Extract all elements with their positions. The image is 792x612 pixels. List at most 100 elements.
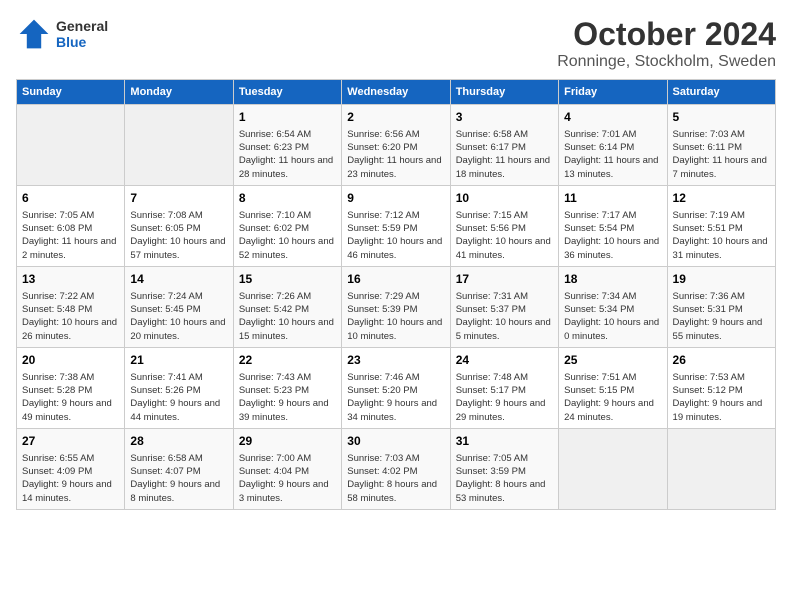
day-cell: [17, 105, 125, 186]
day-number: 8: [239, 190, 336, 207]
logo-icon: [16, 16, 52, 52]
day-number: 18: [564, 271, 661, 288]
day-cell: 18 Sunrise: 7:34 AMSunset: 5:34 PMDayligh…: [559, 266, 667, 347]
day-cell: 2Sunrise: 6:56 AMSunset: 6:20 PMDaylight…: [342, 105, 450, 186]
day-info: Sunrise: 6:55 AMSunset: 4:09 PMDaylight:…: [22, 452, 119, 505]
day-cell: [559, 428, 667, 509]
day-number: 25: [564, 352, 661, 369]
day-number: 10: [456, 190, 553, 207]
day-cell: 7 Sunrise: 7:08 AMSunset: 6:05 PMDaylight…: [125, 185, 233, 266]
calendar-title: October 2024: [557, 16, 776, 53]
week-row-1: 1 Sunrise: 6:54 AMSunset: 6:23 PMDaylight…: [17, 105, 776, 186]
day-number: 24: [456, 352, 553, 369]
day-cell: 10 Sunrise: 7:15 AMSunset: 5:56 PMDayligh…: [450, 185, 558, 266]
day-cell: 16 Sunrise: 7:29 AMSunset: 5:39 PMDayligh…: [342, 266, 450, 347]
weekday-header-saturday: Saturday: [667, 80, 775, 105]
day-info: Sunrise: 7:43 AMSunset: 5:23 PMDaylight:…: [239, 371, 336, 424]
day-number: 15: [239, 271, 336, 288]
day-info: Sunrise: 7:36 AMSunset: 5:31 PMDaylight:…: [673, 290, 770, 343]
day-number: 17: [456, 271, 553, 288]
day-cell: 31 Sunrise: 7:05 AMSunset: 3:59 PMDayligh…: [450, 428, 558, 509]
day-number: 4: [564, 109, 661, 126]
day-cell: 4 Sunrise: 7:01 AMSunset: 6:14 PMDaylight…: [559, 105, 667, 186]
day-cell: 17 Sunrise: 7:31 AMSunset: 5:37 PMDayligh…: [450, 266, 558, 347]
day-number: 22: [239, 352, 336, 369]
day-number: 11: [564, 190, 661, 207]
day-info: Sunrise: 7:03 AMSunset: 4:02 PMDaylight:…: [347, 452, 444, 505]
day-info: Sunrise: 7:08 AMSunset: 6:05 PMDaylight:…: [130, 209, 227, 262]
day-cell: 8 Sunrise: 7:10 AMSunset: 6:02 PMDaylight…: [233, 185, 341, 266]
day-cell: 11 Sunrise: 7:17 AMSunset: 5:54 PMDayligh…: [559, 185, 667, 266]
day-info: Sunrise: 7:01 AMSunset: 6:14 PMDaylight:…: [564, 128, 661, 181]
day-info: Sunrise: 7:17 AMSunset: 5:54 PMDaylight:…: [564, 209, 661, 262]
weekday-header-thursday: Thursday: [450, 80, 558, 105]
day-cell: 26 Sunrise: 7:53 AMSunset: 5:12 PMDayligh…: [667, 347, 775, 428]
day-number: 1: [239, 109, 336, 126]
day-info: Sunrise: 7:10 AMSunset: 6:02 PMDaylight:…: [239, 209, 336, 262]
day-cell: [125, 105, 233, 186]
day-number: 9: [347, 190, 444, 207]
logo-text: General Blue: [56, 18, 108, 50]
day-cell: 23Sunrise: 7:46 AMSunset: 5:20 PMDayligh…: [342, 347, 450, 428]
calendar-subtitle: Ronninge, Stockholm, Sweden: [557, 53, 776, 71]
day-number: 29: [239, 433, 336, 450]
day-info: Sunrise: 7:34 AMSunset: 5:34 PMDaylight:…: [564, 290, 661, 343]
weekday-header-tuesday: Tuesday: [233, 80, 341, 105]
weekday-header-row: SundayMondayTuesdayWednesdayThursdayFrid…: [17, 80, 776, 105]
day-info: Sunrise: 7:05 AMSunset: 3:59 PMDaylight:…: [456, 452, 553, 505]
week-row-2: 6Sunrise: 7:05 AMSunset: 6:08 PMDaylight…: [17, 185, 776, 266]
day-cell: 19 Sunrise: 7:36 AMSunset: 5:31 PMDayligh…: [667, 266, 775, 347]
day-number: 30: [347, 433, 444, 450]
day-info: Sunrise: 7:00 AMSunset: 4:04 PMDaylight:…: [239, 452, 336, 505]
week-row-4: 20Sunrise: 7:38 AMSunset: 5:28 PMDayligh…: [17, 347, 776, 428]
day-cell: 3Sunrise: 6:58 AMSunset: 6:17 PMDaylight…: [450, 105, 558, 186]
day-info: Sunrise: 7:26 AMSunset: 5:42 PMDaylight:…: [239, 290, 336, 343]
day-info: Sunrise: 7:41 AMSunset: 5:26 PMDaylight:…: [130, 371, 227, 424]
page-header: General Blue October 2024 Ronninge, Stoc…: [16, 16, 776, 71]
day-cell: 25 Sunrise: 7:51 AMSunset: 5:15 PMDayligh…: [559, 347, 667, 428]
weekday-header-sunday: Sunday: [17, 80, 125, 105]
day-number: 7: [130, 190, 227, 207]
day-number: 19: [673, 271, 770, 288]
day-number: 26: [673, 352, 770, 369]
day-info: Sunrise: 7:24 AMSunset: 5:45 PMDaylight:…: [130, 290, 227, 343]
day-info: Sunrise: 7:53 AMSunset: 5:12 PMDaylight:…: [673, 371, 770, 424]
day-cell: [667, 428, 775, 509]
day-info: Sunrise: 7:46 AMSunset: 5:20 PMDaylight:…: [347, 371, 444, 424]
logo-blue-text: Blue: [56, 34, 108, 50]
day-number: 13: [22, 271, 119, 288]
logo-general-text: General: [56, 18, 108, 34]
day-info: Sunrise: 7:31 AMSunset: 5:37 PMDaylight:…: [456, 290, 553, 343]
day-number: 14: [130, 271, 227, 288]
day-cell: 6Sunrise: 7:05 AMSunset: 6:08 PMDaylight…: [17, 185, 125, 266]
day-number: 16: [347, 271, 444, 288]
day-number: 27: [22, 433, 119, 450]
day-info: Sunrise: 6:56 AMSunset: 6:20 PMDaylight:…: [347, 128, 444, 181]
day-number: 28: [130, 433, 227, 450]
day-number: 31: [456, 433, 553, 450]
day-cell: 21 Sunrise: 7:41 AMSunset: 5:26 PMDayligh…: [125, 347, 233, 428]
weekday-header-monday: Monday: [125, 80, 233, 105]
week-row-5: 27 Sunrise: 6:55 AMSunset: 4:09 PMDayligh…: [17, 428, 776, 509]
day-cell: 13 Sunrise: 7:22 AMSunset: 5:48 PMDayligh…: [17, 266, 125, 347]
day-cell: 27 Sunrise: 6:55 AMSunset: 4:09 PMDayligh…: [17, 428, 125, 509]
day-cell: 29 Sunrise: 7:00 AMSunset: 4:04 PMDayligh…: [233, 428, 341, 509]
calendar-table: SundayMondayTuesdayWednesdayThursdayFrid…: [16, 79, 776, 510]
title-block: October 2024 Ronninge, Stockholm, Sweden: [557, 16, 776, 71]
day-cell: 20Sunrise: 7:38 AMSunset: 5:28 PMDayligh…: [17, 347, 125, 428]
weekday-header-friday: Friday: [559, 80, 667, 105]
day-info: Sunrise: 7:15 AMSunset: 5:56 PMDaylight:…: [456, 209, 553, 262]
day-cell: 9Sunrise: 7:12 AMSunset: 5:59 PMDaylight…: [342, 185, 450, 266]
day-number: 6: [22, 190, 119, 207]
day-cell: 5 Sunrise: 7:03 AMSunset: 6:11 PMDaylight…: [667, 105, 775, 186]
day-info: Sunrise: 7:22 AMSunset: 5:48 PMDaylight:…: [22, 290, 119, 343]
day-info: Sunrise: 7:03 AMSunset: 6:11 PMDaylight:…: [673, 128, 770, 181]
day-info: Sunrise: 7:38 AMSunset: 5:28 PMDaylight:…: [22, 371, 119, 424]
day-info: Sunrise: 7:29 AMSunset: 5:39 PMDaylight:…: [347, 290, 444, 343]
day-info: Sunrise: 6:54 AMSunset: 6:23 PMDaylight:…: [239, 128, 336, 181]
day-info: Sunrise: 7:51 AMSunset: 5:15 PMDaylight:…: [564, 371, 661, 424]
day-cell: 12Sunrise: 7:19 AMSunset: 5:51 PMDayligh…: [667, 185, 775, 266]
day-number: 5: [673, 109, 770, 126]
day-number: 21: [130, 352, 227, 369]
day-cell: 22 Sunrise: 7:43 AMSunset: 5:23 PMDayligh…: [233, 347, 341, 428]
